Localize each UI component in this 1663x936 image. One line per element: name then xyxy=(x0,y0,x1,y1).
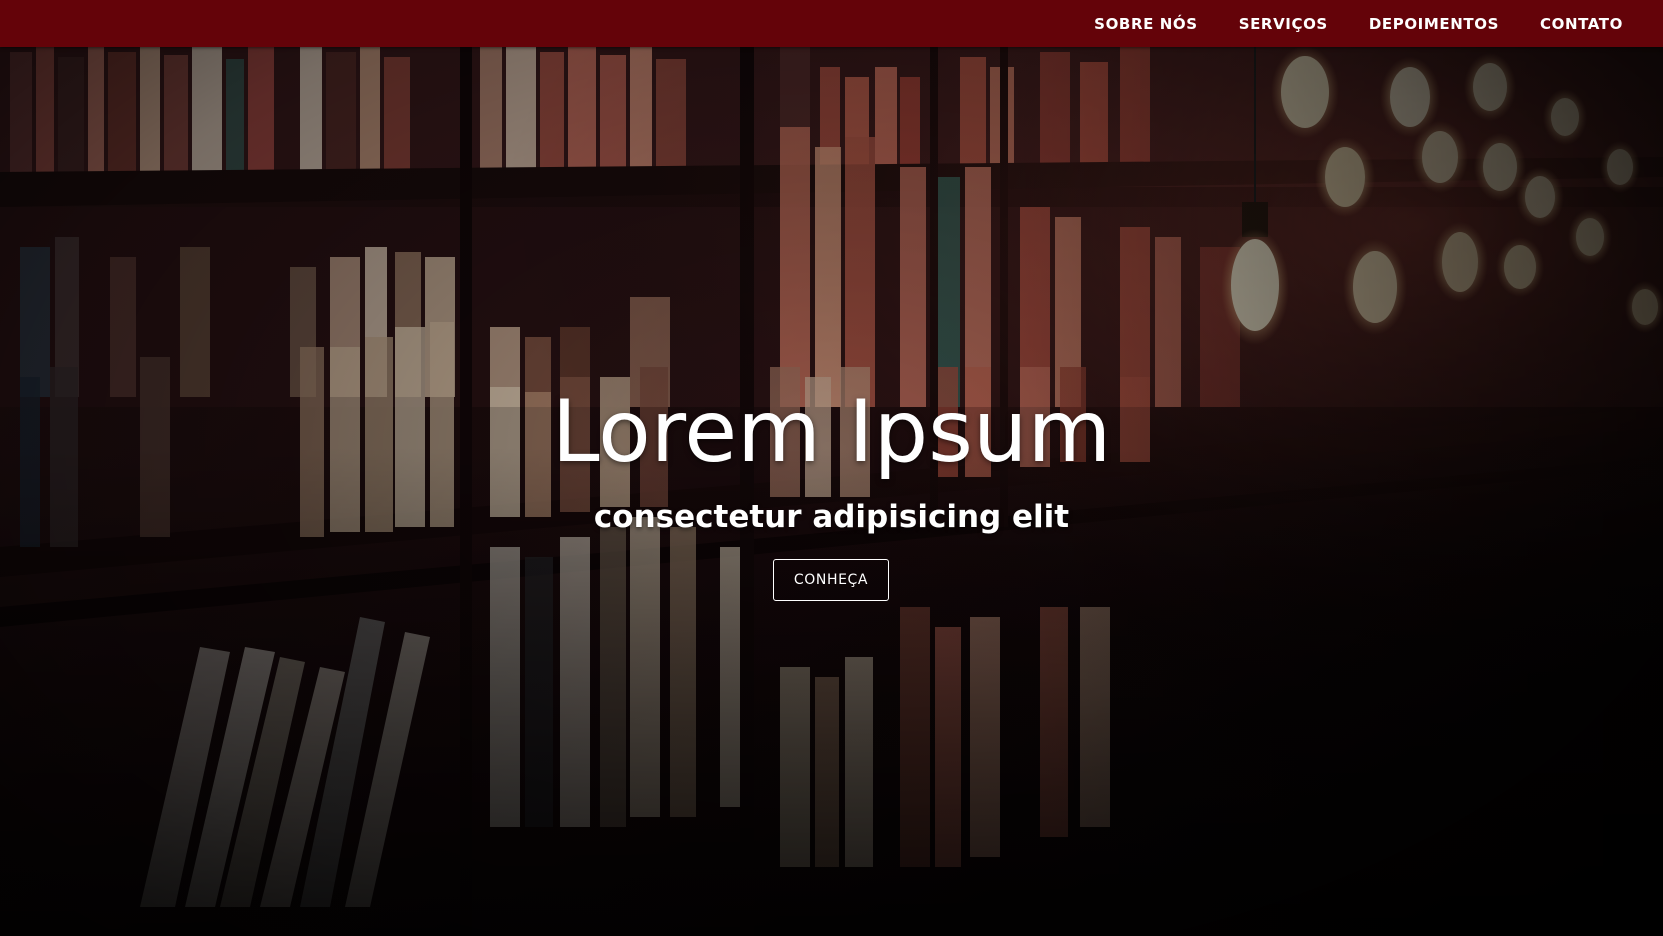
conheca-button[interactable]: CONHEÇA xyxy=(773,559,889,601)
nav-link-depoimentos[interactable]: DEPOIMENTOS xyxy=(1369,15,1499,33)
hero-content: Lorem Ipsum consectetur adipisicing elit… xyxy=(0,47,1663,936)
top-navbar: SOBRE NÓS SERVIÇOS DEPOIMENTOS CONTATO xyxy=(0,0,1663,47)
nav-link-servicos[interactable]: SERVIÇOS xyxy=(1239,15,1328,33)
hero-title: Lorem Ipsum xyxy=(551,382,1112,482)
nav-link-contato[interactable]: CONTATO xyxy=(1540,15,1623,33)
hero-subtitle: consectetur adipisicing elit xyxy=(593,499,1070,535)
landing-page: SOBRE NÓS SERVIÇOS DEPOIMENTOS CONTATO L… xyxy=(0,0,1663,936)
nav-link-sobre-nos[interactable]: SOBRE NÓS xyxy=(1094,15,1198,33)
nav-links: SOBRE NÓS SERVIÇOS DEPOIMENTOS CONTATO xyxy=(1053,0,1663,47)
